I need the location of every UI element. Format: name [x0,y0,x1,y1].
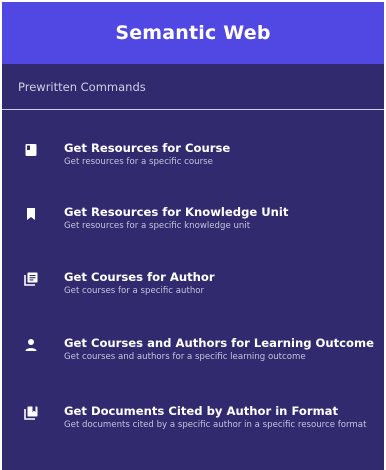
command-get-resources-for-course[interactable]: Get Resources for Course Get resources f… [2,139,384,189]
command-title: Get Resources for Course [64,141,231,155]
section-header: Prewritten Commands [2,64,384,110]
book-icon [24,143,38,157]
library-books-icon [24,272,38,286]
command-subtitle: Get documents cited by a specific author… [64,420,367,430]
command-get-documents-cited-by-author-in-format[interactable]: Get Documents Cited by Author in Format … [2,402,384,452]
app-title: Semantic Web [115,22,271,44]
command-title: Get Courses and Authors for Learning Out… [64,336,374,350]
command-title: Get Courses for Author [64,270,215,284]
command-get-courses-and-authors-for-learning-outcome[interactable]: Get Courses and Authors for Learning Out… [2,334,384,384]
command-subtitle: Get courses for a specific author [64,286,205,296]
command-subtitle: Get courses and authors for a specific l… [64,352,306,362]
command-subtitle: Get resources for a specific knowledge u… [64,221,251,231]
command-get-courses-for-author[interactable]: Get Courses for Author Get courses for a… [2,268,384,318]
person-icon [24,338,38,352]
command-title: Get Resources for Knowledge Unit [64,205,289,219]
section-label: Prewritten Commands [18,79,146,94]
app-header: Semantic Web [2,2,384,64]
command-panel: Semantic Web Prewritten Commands Get Res… [2,2,384,470]
command-get-resources-for-knowledge-unit[interactable]: Get Resources for Knowledge Unit Get res… [2,203,384,253]
command-subtitle: Get resources for a specific course [64,157,213,167]
command-title: Get Documents Cited by Author in Format [64,404,339,418]
collections-bookmark-icon [24,406,38,420]
bookmark-icon [24,207,38,221]
